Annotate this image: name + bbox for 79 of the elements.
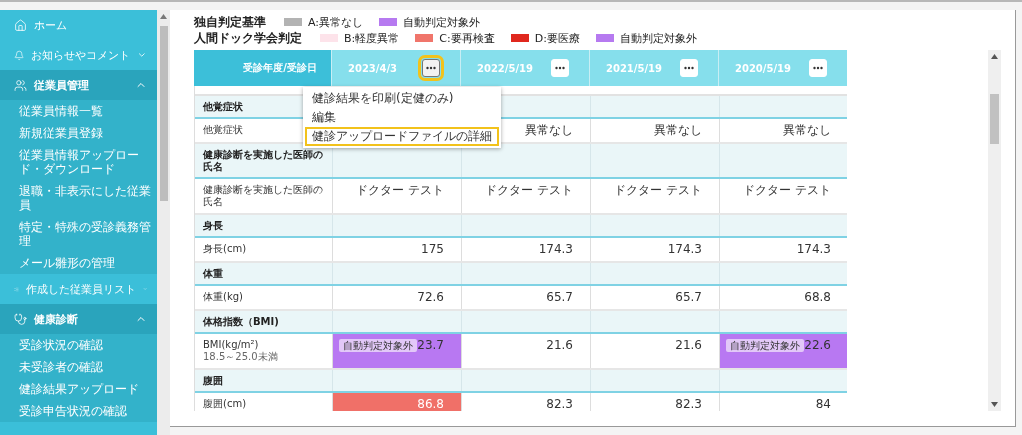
more-icon <box>555 66 565 70</box>
result-value: 175 <box>421 243 444 256</box>
sidebar-subitem[interactable]: 新規従業員登録 <box>0 122 157 144</box>
result-value: 174.3 <box>667 243 702 256</box>
more-icon <box>684 66 694 70</box>
people-icon <box>14 78 27 92</box>
row-label: 身長(cm) <box>203 243 247 255</box>
sidebar-subitem[interactable]: 従業員情報一覧 <box>0 100 157 122</box>
exam-date: 2023/4/3 <box>348 62 398 74</box>
result-value: 65.7 <box>546 291 573 304</box>
result-value: 異常なし <box>525 124 573 137</box>
result-value: 21.6 <box>675 339 702 352</box>
scrollbar-thumb[interactable] <box>990 94 999 144</box>
row-label: 体重(kg) <box>203 291 243 303</box>
result-value: ドクター テスト <box>614 184 702 197</box>
result-value: 174.3 <box>796 243 831 256</box>
section-title: 体格指数（BMI) <box>203 316 279 328</box>
result-value: ドクター テスト <box>356 184 444 197</box>
result-value: 84 <box>815 398 831 411</box>
section-title: 他覚症状 <box>203 101 243 113</box>
exam-date: 2022/5/19 <box>477 62 533 74</box>
result-value: 86.8 <box>417 398 444 411</box>
scrollbar[interactable] <box>157 10 170 435</box>
menu-item[interactable]: 健診アップロードファイルの詳細 <box>305 127 499 146</box>
scrollbar-thumb[interactable] <box>160 26 168 201</box>
sidebar-subitem[interactable]: メール雛形の管理 <box>0 252 157 274</box>
sidebar-subitem[interactable]: 未受診者の確認 <box>0 356 157 378</box>
legend-label: B:軽度異常 <box>344 30 400 46</box>
legend-title: 人間ドック学会判定 <box>194 29 302 47</box>
legend-label: A:異常なし <box>308 14 364 30</box>
sidebar-subitem[interactable]: 退職・非表示にした従業員 <box>0 180 157 216</box>
legend-label: 自動判定対象外 <box>403 14 481 30</box>
home-icon <box>14 18 27 32</box>
result-value: 21.6 <box>546 339 573 352</box>
judgement-badge: 自動判定対象外 <box>726 339 804 352</box>
result-value: 異常なし <box>654 124 702 137</box>
sidebar-item[interactable]: 従業員管理 <box>0 70 157 100</box>
sidebar-subitem[interactable]: 受診状況の確認 <box>0 334 157 356</box>
bell-icon <box>14 48 25 62</box>
sidebar-subitem[interactable]: 受診申告状況の確認 <box>0 400 157 422</box>
section-title: 腹囲 <box>203 375 223 387</box>
result-value: 82.3 <box>675 398 702 411</box>
result-value: 72.6 <box>417 291 444 304</box>
reference-range: 18.5～25.0未満 <box>203 351 279 363</box>
sidebar-item[interactable]: 健康診断 <box>0 304 157 334</box>
scrollbar[interactable] <box>988 50 1001 411</box>
more-icon <box>813 66 823 70</box>
legend-label: 自動判定対象外 <box>619 30 697 46</box>
result-value: 82.3 <box>546 398 573 411</box>
stethoscope-icon <box>14 312 27 326</box>
sidebar-subitem[interactable]: 健診結果アップロード <box>0 378 157 400</box>
result-value: ドクター テスト <box>485 184 573 197</box>
scroll-up-icon[interactable] <box>991 54 998 59</box>
more-icon <box>426 66 436 70</box>
sidebar-subitem[interactable]: 特定・特殊の受診義務管理 <box>0 216 157 252</box>
result-value: 22.6 <box>804 339 831 352</box>
result-value: 65.7 <box>675 291 702 304</box>
row-label: 腹囲(cm) <box>203 398 247 410</box>
scroll-down-icon[interactable] <box>991 402 998 407</box>
result-value: ドクター テスト <box>743 184 831 197</box>
judgement-badge: 自動判定対象外 <box>339 339 417 352</box>
exam-date: 2021/5/19 <box>606 62 662 74</box>
column-header: 受診年度/受診日 <box>194 50 331 86</box>
section-title: 身長 <box>203 220 223 232</box>
legend-label: D:要医療 <box>534 30 580 46</box>
scroll-up-icon[interactable] <box>160 14 167 19</box>
row-label: BMI(kg/m²) <box>203 339 259 351</box>
result-value: 23.7 <box>417 339 444 352</box>
result-value: 68.8 <box>804 291 831 304</box>
sidebar-subitem[interactable]: 従業員情報アップロード・ダウンロード <box>0 144 157 180</box>
row-label: 他覚症状 <box>203 124 243 136</box>
exam-date: 2020/5/19 <box>735 62 791 74</box>
section-title: 健康診断を実施した医師の氏名 <box>203 149 324 173</box>
legend-label: C:要再検査 <box>439 30 495 46</box>
legend-title: 独自判定基準 <box>194 13 266 31</box>
row-label: 健康診断を実施した医師の氏名 <box>203 184 324 208</box>
result-value: 異常なし <box>783 124 831 137</box>
section-title: 体重 <box>203 268 223 280</box>
result-value: 174.3 <box>538 243 573 256</box>
